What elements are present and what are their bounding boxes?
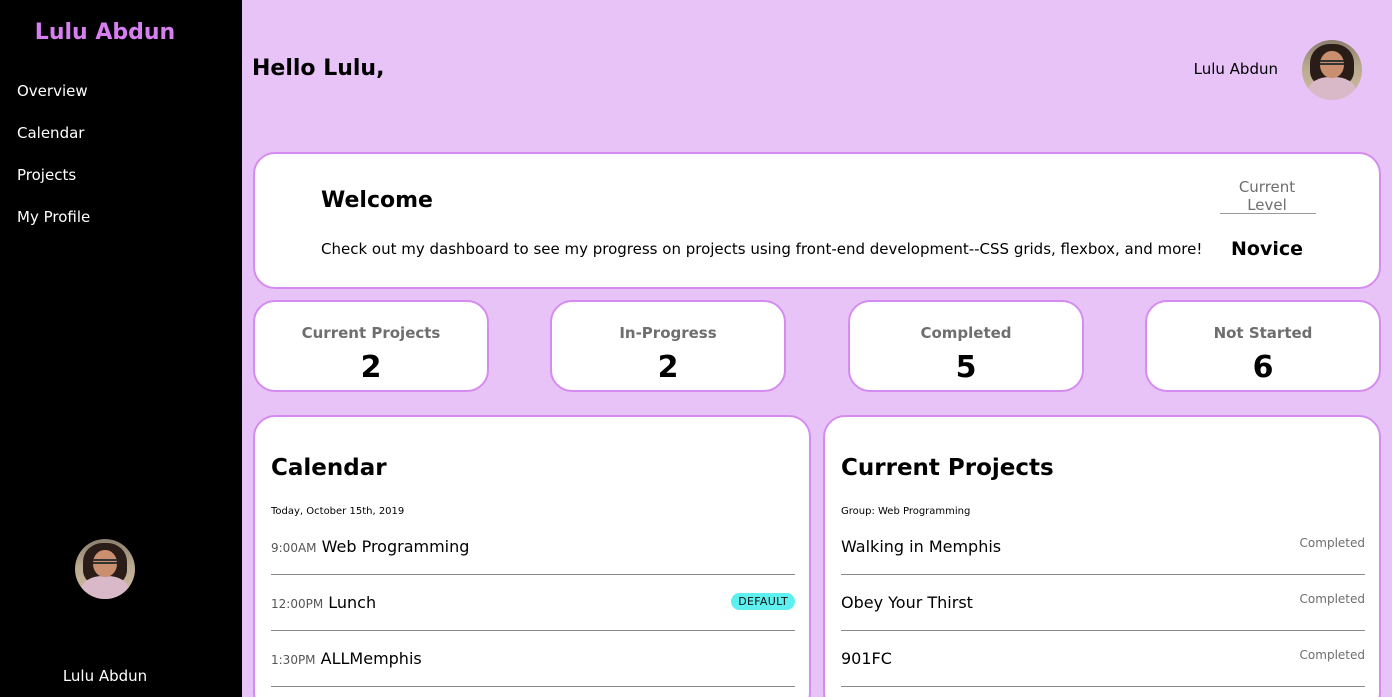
event-title: Lunch (328, 593, 377, 612)
project-title: Walking in Memphis (841, 537, 1002, 556)
stat-label: Completed (920, 324, 1012, 342)
stat-card-completed: Completed 5 (848, 300, 1084, 392)
event-time: 1:30PM (271, 653, 316, 667)
project-status: Completed (1299, 648, 1365, 662)
welcome-card: Welcome Check out my dashboard to see my… (253, 152, 1381, 289)
event-title: ALLMemphis (320, 649, 422, 668)
event-time: 12:00PM (271, 597, 324, 611)
current-level-label: Current Level (1238, 178, 1296, 214)
project-status: Completed (1299, 536, 1365, 550)
stat-value: 6 (1252, 350, 1274, 385)
welcome-text: Check out my dashboard to see my progres… (321, 240, 1203, 258)
greeting-heading: Hello Lulu, (252, 56, 385, 81)
calendar-event[interactable]: 1:30PM ALLMemphis (271, 631, 795, 687)
header-avatar[interactable] (1302, 40, 1362, 100)
calendar-date: Today, October 15th, 2019 (271, 506, 405, 517)
calendar-panel: Calendar Today, October 15th, 2019 9:00A… (253, 415, 811, 697)
current-projects-panel: Current Projects Group: Web Programming … (823, 415, 1381, 697)
stat-card-in-progress: In-Progress 2 (550, 300, 786, 392)
sidebar: Lulu Abdun Overview Calendar Projects My… (0, 0, 242, 697)
project-title: Obey Your Thirst (841, 593, 973, 612)
sidebar-item-overview[interactable]: Overview (17, 80, 90, 122)
sidebar-item-projects[interactable]: Projects (17, 164, 90, 206)
calendar-title: Calendar (271, 455, 387, 481)
project-item[interactable]: Obey Your Thirst Completed (841, 575, 1365, 631)
stat-value: 2 (657, 350, 679, 385)
project-status: Completed (1299, 592, 1365, 606)
default-badge: DEFAULT (731, 593, 795, 610)
stat-value: 2 (360, 350, 382, 385)
sidebar-user-name: Lulu Abdun (62, 667, 148, 685)
calendar-event[interactable]: 9:00AM Web Programming (271, 519, 795, 575)
event-title: Web Programming (321, 537, 470, 556)
header-user-name[interactable]: Lulu Abdun (1150, 60, 1278, 78)
stat-card-current-projects: Current Projects 2 (253, 300, 489, 392)
sidebar-item-my-profile[interactable]: My Profile (17, 206, 90, 248)
projects-group: Group: Web Programming (841, 506, 971, 517)
event-time: 9:00AM (271, 541, 317, 555)
stat-value: 5 (955, 350, 977, 385)
sidebar-nav: Overview Calendar Projects My Profile (17, 80, 90, 248)
stat-label: Not Started (1213, 324, 1313, 342)
calendar-event[interactable]: 12:00PM Lunch DEFAULT (271, 575, 795, 631)
level-divider (1220, 213, 1316, 214)
stat-label: In-Progress (619, 324, 717, 342)
sidebar-item-calendar[interactable]: Calendar (17, 122, 90, 164)
sidebar-avatar[interactable] (75, 539, 135, 599)
welcome-title: Welcome (321, 188, 433, 213)
brand-name[interactable]: Lulu Abdun (0, 20, 210, 45)
project-title: 901FC (841, 649, 892, 668)
projects-title: Current Projects (841, 455, 1054, 481)
stat-card-not-started: Not Started 6 (1145, 300, 1381, 392)
project-item[interactable]: 901FC Completed (841, 631, 1365, 687)
current-level-value: Novice (1230, 238, 1303, 260)
project-item[interactable]: Walking in Memphis Completed (841, 519, 1365, 575)
stat-label: Current Projects (301, 324, 441, 342)
